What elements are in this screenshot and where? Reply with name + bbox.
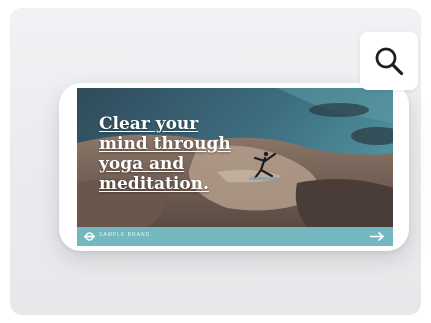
headline-line-2: mind through [99,134,231,154]
arrow-right-icon [370,231,385,242]
search-icon [375,47,404,76]
footer-bar: SAMPLE BRAND [77,227,393,246]
headline-line-3: yoga and [99,154,185,174]
template-preview-card[interactable]: Clear your mind through yoga and meditat… [10,8,421,315]
brand-name: SAMPLE BRAND [99,232,151,238]
headline-line-4: meditation. [99,174,209,194]
headline-line-1: Clear your [99,114,199,134]
headline: Clear your mind through yoga and meditat… [99,114,231,194]
zoom-preview-button[interactable] [360,32,418,90]
phone-mockup: Clear your mind through yoga and meditat… [59,83,409,251]
brand-logo-icon [84,232,95,241]
phone-screen: Clear your mind through yoga and meditat… [77,88,393,246]
